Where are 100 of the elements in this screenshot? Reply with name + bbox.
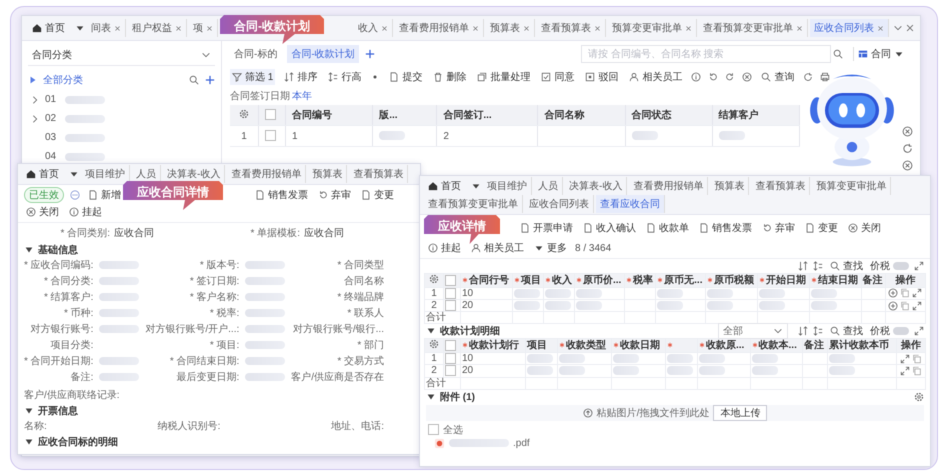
gear-icon[interactable]: [239, 108, 249, 118]
filter-value[interactable]: 本年: [292, 89, 312, 103]
tab[interactable]: 查看预算表: [349, 165, 408, 183]
column-header[interactable]: 收款原...: [697, 338, 750, 353]
tab[interactable]: 合同-标的: [230, 45, 282, 63]
tab[interactable]: 查看预算表: [537, 19, 606, 37]
toolbar-button[interactable]: 弃审: [316, 187, 353, 203]
tab[interactable]: 查看应收合同: [596, 195, 665, 213]
toolbar-button[interactable]: 同意: [539, 69, 576, 85]
close-icon[interactable]: [594, 24, 601, 32]
checkbox[interactable]: [428, 424, 439, 436]
toolbar-button[interactable]: 关闭: [24, 204, 61, 220]
tab[interactable]: 间表: [87, 19, 126, 37]
tab[interactable]: 收入: [354, 19, 393, 37]
row-checkbox[interactable]: [445, 353, 456, 364]
tab[interactable]: 预算表: [308, 165, 348, 183]
column-header[interactable]: 收款计划行: [460, 338, 526, 353]
add-circle-icon[interactable]: [888, 300, 898, 311]
toolbar-button[interactable]: 删除: [431, 69, 468, 85]
toggle-switch[interactable]: 价税: [870, 324, 909, 338]
search-button[interactable]: 查找: [828, 323, 865, 340]
column-header[interactable]: 收入: [543, 274, 574, 288]
tab[interactable]: 查看费用报销单: [227, 165, 306, 183]
search-field[interactable]: 请按 合同编号、合同名称 搜索: [581, 45, 831, 63]
column-header[interactable]: 项目: [526, 338, 558, 353]
undo-icon[interactable]: [708, 72, 718, 82]
sort-icon[interactable]: [798, 326, 808, 336]
tab[interactable]: 预算变更审批单: [608, 19, 697, 37]
column-header[interactable]: 累计收款本币: [828, 338, 896, 353]
refresh-icon[interactable]: [902, 143, 913, 154]
close-icon[interactable]: [472, 24, 479, 32]
tab[interactable]: 应收合同列表: [525, 195, 594, 213]
header-checkbox[interactable]: [265, 109, 276, 120]
column-header[interactable]: 原币无...: [656, 274, 706, 288]
expand-icon[interactable]: [914, 326, 924, 336]
line-height-icon[interactable]: [813, 261, 823, 271]
close-icon[interactable]: [175, 24, 182, 32]
tab[interactable]: 查看预算表: [751, 177, 810, 195]
toolbar-button[interactable]: 排序: [282, 69, 320, 85]
expand-icon[interactable]: [912, 300, 922, 311]
redo-icon[interactable]: [725, 72, 736, 82]
close-icon[interactable]: [523, 24, 530, 32]
toolbar-button[interactable]: 销售发票: [697, 220, 754, 236]
column-header[interactable]: 收款本...: [750, 338, 803, 353]
toolbar-button[interactable]: 驳回: [583, 69, 620, 85]
column-header[interactable]: 结算客户: [712, 105, 800, 126]
home-tab[interactable]: 首页: [22, 165, 67, 183]
printer-icon[interactable]: [820, 72, 830, 82]
plus-icon[interactable]: [205, 75, 215, 85]
close-icon[interactable]: [905, 23, 915, 33]
toolbar-button[interactable]: 更多: [532, 240, 569, 256]
close-icon[interactable]: [114, 24, 121, 32]
expand-icon[interactable]: [900, 366, 910, 376]
toolbar-button[interactable]: 行高: [326, 69, 364, 85]
column-header[interactable]: 合同名称: [538, 105, 626, 126]
tab[interactable]: 合同-收款计划: [287, 45, 359, 63]
header-checkbox[interactable]: [445, 274, 456, 286]
close-circle-icon[interactable]: [902, 160, 913, 171]
toolbar-button[interactable]: 开票申请: [518, 220, 575, 236]
tab[interactable]: 查看预算变更审批单: [699, 19, 808, 37]
triangle-icon[interactable]: [24, 437, 34, 447]
column-header[interactable]: 备注: [861, 274, 885, 288]
triangle-icon[interactable]: [426, 392, 436, 402]
toolbar-button[interactable]: 收入确认: [581, 220, 638, 236]
gear-icon[interactable]: [429, 274, 439, 284]
chevron-down-icon[interactable]: [893, 23, 903, 33]
tab[interactable]: 应收合同列表: [810, 19, 889, 37]
search-icon[interactable]: [833, 49, 843, 59]
sort-icon[interactable]: [798, 261, 808, 271]
gear-icon[interactable]: [914, 392, 924, 402]
close-icon[interactable]: [796, 24, 803, 32]
upload-button[interactable]: 本地上传: [713, 404, 768, 421]
tab[interactable]: 项: [189, 19, 218, 37]
plus-icon[interactable]: [364, 49, 375, 59]
row-checkbox[interactable]: [445, 300, 456, 312]
column-header[interactable]: 原币税额: [706, 274, 758, 288]
expand-icon[interactable]: [900, 354, 910, 364]
row-checkbox[interactable]: [445, 288, 456, 299]
column-header[interactable]: 收款日期: [612, 338, 666, 353]
search-icon[interactable]: [189, 75, 199, 85]
add-circle-icon[interactable]: [888, 288, 898, 298]
gear-icon[interactable]: [429, 339, 439, 350]
column-header[interactable]: 版...: [372, 105, 437, 126]
row-checkbox[interactable]: [265, 130, 276, 142]
toolbar-button[interactable]: 批量处理: [475, 69, 532, 85]
close-icon[interactable]: [877, 24, 884, 32]
row-checkbox[interactable]: [445, 365, 456, 376]
more-icon[interactable]: [70, 190, 80, 200]
tab[interactable]: 租户权益: [128, 19, 187, 37]
tab[interactable]: 预算表: [486, 19, 535, 37]
home-tab[interactable]: 首页: [28, 19, 73, 37]
expand-icon[interactable]: [912, 288, 922, 298]
triangle-icon[interactable]: [24, 245, 34, 255]
chevron-right-icon[interactable]: [30, 114, 40, 124]
robot-drawing[interactable]: [808, 72, 896, 168]
close-circle-icon[interactable]: [902, 126, 913, 137]
refresh-icon[interactable]: [803, 72, 814, 82]
tab[interactable]: 查看费用报销单: [395, 19, 484, 37]
info-icon[interactable]: [691, 72, 702, 82]
tab[interactable]: 预算表: [710, 177, 750, 195]
